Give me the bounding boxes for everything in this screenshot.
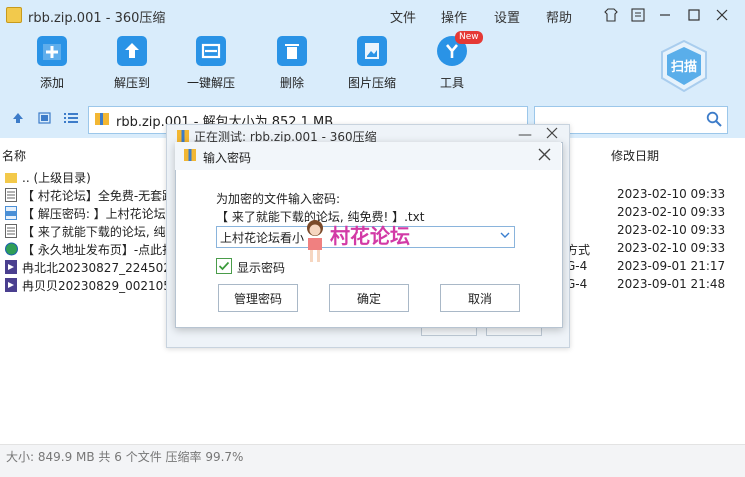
delete-label: 删除 <box>279 76 304 90</box>
thumbnail-view-icon[interactable] <box>38 112 51 127</box>
image-compress-icon <box>357 36 387 66</box>
add-label: 添加 <box>39 76 64 90</box>
minimize-icon[interactable] <box>653 4 677 26</box>
one-click-extract-icon <box>196 36 226 66</box>
file-name: 冉北北20230827_224502.m <box>22 261 168 275</box>
watermark-text: 村花论坛 <box>330 224 410 248</box>
file-date: 2023-02-10 09:33 <box>617 205 726 219</box>
password-value: 上村花论坛看小 <box>220 231 305 245</box>
file-name: 【 来了就能下载的论坛, 纯 <box>22 225 166 239</box>
chevron-down-icon[interactable] <box>500 231 510 242</box>
image-compress-button[interactable]: 图片压缩 <box>337 36 407 91</box>
scan-button[interactable]: 扫描 <box>656 38 712 94</box>
cancel-button[interactable]: 取消 <box>440 284 520 312</box>
maximize-icon[interactable] <box>682 4 706 26</box>
extract-to-icon <box>117 36 147 66</box>
one-click-extract-button[interactable]: 一键解压 <box>176 36 246 91</box>
menu-file[interactable]: 文件 <box>390 7 416 26</box>
video-file-icon <box>5 278 17 292</box>
manage-password-button[interactable]: 管理密码 <box>218 284 298 312</box>
password-prompt: 为加密的文件输入密码: <box>216 192 341 206</box>
new-badge: New <box>455 31 483 44</box>
skin-icon[interactable] <box>599 4 623 26</box>
up-arrow-icon[interactable] <box>12 112 24 127</box>
show-password-checkbox[interactable] <box>216 258 232 274</box>
file-name: 【 永久地址发布页】-点此打 <box>22 243 168 257</box>
extract-to-label: 解压到 <box>113 76 150 90</box>
menu-operate[interactable]: 操作 <box>441 7 467 26</box>
column-header-name[interactable]: 名称 <box>2 147 26 164</box>
file-name: .. (上级目录) <box>22 171 91 185</box>
add-icon <box>37 36 67 66</box>
ok-button[interactable]: 确定 <box>329 284 409 312</box>
watermark: 村花论坛 <box>302 218 410 269</box>
video-file-icon <box>5 260 17 274</box>
folder-icon <box>5 170 17 184</box>
file-date: 2023-02-10 09:33 <box>617 223 726 237</box>
watermark-girl-icon <box>307 220 323 262</box>
globe-icon <box>5 242 18 256</box>
tools-button[interactable]: 工具 <box>417 36 487 91</box>
show-password-label[interactable]: 显示密码 <box>237 259 285 276</box>
add-button[interactable]: 添加 <box>17 36 87 91</box>
text-file-icon <box>5 224 17 238</box>
file-date: 2023-09-01 21:48 <box>617 277 726 291</box>
file-date: 2023-09-01 21:17 <box>617 259 726 273</box>
tools-label: 工具 <box>439 76 464 90</box>
file-name: 【 村花论坛】全免费-无套路 <box>22 189 168 203</box>
close-icon[interactable] <box>710 4 734 26</box>
password-dialog-close-icon[interactable] <box>538 146 551 165</box>
test-dialog-minimize-icon[interactable]: — <box>518 127 532 143</box>
one-click-extract-label: 一键解压 <box>186 76 235 90</box>
file-date: 2023-02-10 09:33 <box>617 187 726 201</box>
settings-menu-icon[interactable] <box>626 4 650 26</box>
scan-label: 扫描 <box>670 60 697 75</box>
key-icon <box>183 148 197 165</box>
status-text: 大小: 849.9 MB 共 6 个文件 压缩率 99.7% <box>6 450 244 464</box>
app-icon <box>6 7 22 23</box>
file-date: 2023-02-10 09:33 <box>617 241 726 255</box>
window-title: rbb.zip.001 - 360压缩 <box>28 11 166 26</box>
image-compress-label: 图片压缩 <box>347 76 396 90</box>
delete-button[interactable]: 删除 <box>257 36 327 91</box>
list-view-icon[interactable] <box>64 112 78 127</box>
column-header-modified[interactable]: 修改日期 <box>611 147 659 164</box>
file-name: 冉贝贝20230829_002105a <box>22 279 168 293</box>
password-dialog-title: 输入密码 <box>203 151 252 165</box>
text-file-icon <box>5 188 17 202</box>
test-dialog-close-icon[interactable] <box>546 127 558 142</box>
extract-to-button[interactable]: 解压到 <box>97 36 167 91</box>
menu-help[interactable]: 帮助 <box>546 7 572 26</box>
menu-settings[interactable]: 设置 <box>494 7 520 26</box>
trash-icon <box>277 36 307 66</box>
file-name: 【 解压密码: 】上村花论坛 <box>22 207 166 221</box>
search-icon[interactable] <box>706 111 722 130</box>
jpg-file-icon <box>5 206 17 220</box>
zip-file-icon <box>94 111 110 130</box>
